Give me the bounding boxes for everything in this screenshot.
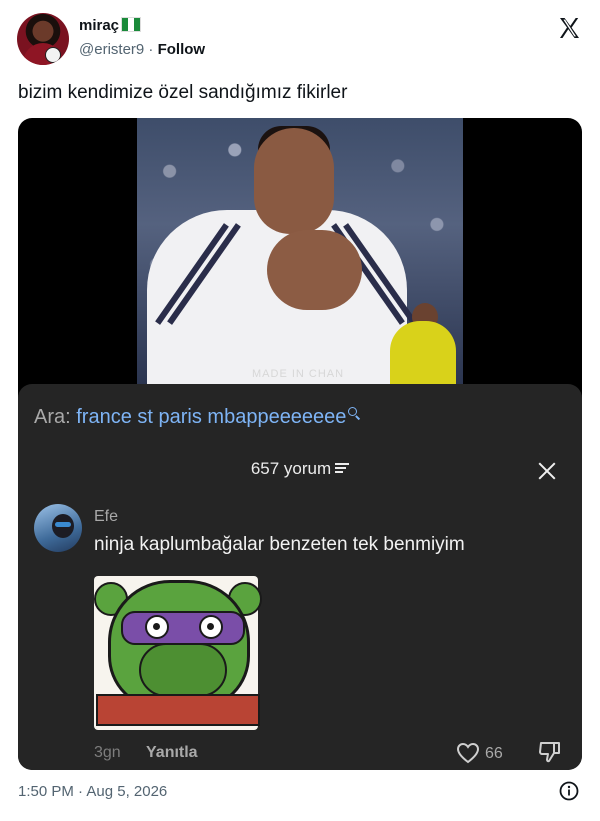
- search-icon[interactable]: [348, 407, 358, 417]
- turtle-mask: [121, 611, 245, 645]
- turtle-head: [108, 580, 250, 710]
- video-frame[interactable]: MADE IN CHAN: [137, 118, 463, 384]
- pupil: [207, 623, 214, 630]
- heart-icon[interactable]: [456, 742, 480, 764]
- desk-edge: [96, 694, 260, 726]
- avatar-ball: [45, 47, 61, 63]
- video-caption: MADE IN CHAN: [252, 368, 345, 380]
- avatar-visor: [55, 522, 71, 527]
- thumbs-down-icon[interactable]: [538, 740, 562, 764]
- x-logo-icon[interactable]: [557, 16, 581, 40]
- handle-separator: ·: [144, 41, 158, 58]
- comment-count-row: 657 yorum: [18, 459, 582, 479]
- search-prefix: Ara:: [34, 406, 77, 428]
- commenter-name[interactable]: Efe: [94, 508, 118, 526]
- steward-vest: [390, 321, 456, 384]
- reply-button[interactable]: Yanıtla: [146, 744, 198, 762]
- pupil: [153, 623, 160, 630]
- comment-time: 3gn: [94, 744, 121, 761]
- follow-button[interactable]: Follow: [158, 41, 206, 58]
- search-suggestion[interactable]: Ara: france st paris mbappeeeeeee: [34, 406, 358, 429]
- turtle-eye-right: [199, 615, 223, 639]
- sort-icon[interactable]: [335, 463, 350, 473]
- close-icon[interactable]: [534, 458, 560, 484]
- comment-text: ninja kaplumbağalar benzeten tek benmiyi…: [94, 534, 465, 555]
- author-name-text[interactable]: miraç: [79, 17, 119, 34]
- info-icon[interactable]: [559, 781, 579, 801]
- player-hands: [267, 230, 362, 310]
- tweet-timestamp[interactable]: 1:50 PM · Aug 5, 2026: [18, 783, 167, 800]
- player-head: [254, 128, 334, 234]
- search-query-link[interactable]: france st paris mbappeeeeeee: [76, 406, 346, 428]
- turtle-sticker-image: [94, 576, 262, 730]
- author-name[interactable]: miraç: [79, 17, 142, 34]
- author-handle-row: @erister9 · Follow: [79, 41, 205, 58]
- turtle-snout: [139, 643, 227, 697]
- commenter-avatar[interactable]: [34, 504, 82, 552]
- comment-count: 657 yorum: [250, 459, 332, 478]
- tweet-media[interactable]: MADE IN CHAN Ara: france st paris mbappe…: [18, 118, 582, 770]
- author-avatar[interactable]: [17, 13, 69, 65]
- like-count: 66: [485, 745, 503, 762]
- comments-sheet: Ara: france st paris mbappeeeeeee 657 yo…: [18, 384, 582, 770]
- flag-emoji-icon: [121, 17, 142, 32]
- tweet-text: bizim kendimize özel sandığımız fikirler: [18, 82, 348, 103]
- turtle-eye-left: [145, 615, 169, 639]
- author-handle[interactable]: @erister9: [79, 41, 144, 58]
